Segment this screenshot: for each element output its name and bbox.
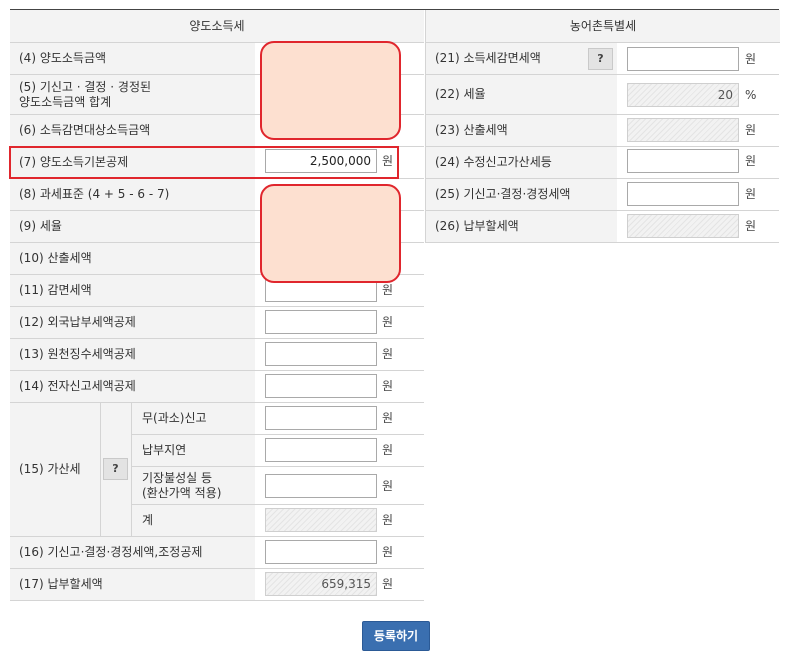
penalty-underreport-input[interactable] [265,406,377,430]
reduction-help-button[interactable]: ? [588,48,613,70]
rate-field: 20 [627,83,739,107]
calculated-tax-field [627,118,739,142]
unit-penalty-late-payment: 원 [382,443,394,457]
label-row-5: (5) 기신고 · 결정 · 경정된 양도소득금액 합계 [10,75,255,115]
penalty-total-field [265,508,377,532]
amended-penalty-input[interactable] [627,149,739,173]
label-penalty-underreport: 무(과소)신고 [131,403,255,435]
label-row-11: (11) 감면세액 [10,275,255,307]
label-row-23: (23) 산출세액 [425,115,617,147]
unit-row-26: 원 [745,219,757,233]
prior-rural-tax-input[interactable] [627,182,739,206]
unit-penalty-total: 원 [382,513,394,527]
unit-row-24: 원 [745,154,757,168]
label-row-12: (12) 외국납부세액공제 [10,307,255,339]
unit-row-23: 원 [745,123,757,137]
label-row-9: (9) 세율 [10,211,255,243]
label-row-15: (15) 가산세 [10,403,100,537]
header-capital-gains-tax: 양도소득세 [10,10,424,43]
unit-row-16: 원 [382,545,394,559]
e-filing-credit-input[interactable] [265,374,377,398]
withholding-credit-input[interactable] [265,342,377,366]
register-button[interactable]: 등록하기 [362,621,430,651]
label-row-14: (14) 전자신고세액공제 [10,371,255,403]
label-row-22: (22) 세율 [425,75,617,115]
unit-row-22: % [745,88,757,102]
tax-payable-field: 659,315 [265,572,377,596]
label-row-25: (25) 기신고·결정·경정세액 [425,179,617,211]
foreign-tax-credit-input[interactable] [265,310,377,334]
label-row-10: (10) 산출세액 [10,243,255,275]
unit-row-12: 원 [382,315,394,329]
penalty-help-button[interactable]: ? [103,458,128,480]
unit-row-14: 원 [382,379,394,393]
rural-tax-payable-field [627,214,739,238]
label-row-13: (13) 원천징수세액공제 [10,339,255,371]
label-penalty-total: 계 [131,505,255,537]
redaction-mask-top [260,41,401,140]
unit-row-17: 원 [382,577,394,591]
label-row-6: (6) 소득감면대상소득금액 [10,115,255,147]
label-penalty-bookkeeping: 기장불성실 등 (환산가액 적용) [131,467,255,505]
income-tax-reduction-input[interactable] [627,47,739,71]
unit-row-21: 원 [745,52,757,66]
label-row-17: (17) 납부할세액 [10,569,255,601]
unit-penalty-bookkeeping: 원 [382,479,394,493]
penalty-late-payment-input[interactable] [265,438,377,462]
unit-penalty-underreport: 원 [382,411,394,425]
highlight-row-7 [9,146,399,179]
label-row-16: (16) 기신고·결정·경정세액,조정공제 [10,537,255,569]
redaction-mask-middle [260,184,401,283]
penalty-bookkeeping-input[interactable] [265,474,377,498]
prior-tax-adjustment-input[interactable] [265,540,377,564]
unit-row-25: 원 [745,187,757,201]
label-row-8: (8) 과세표준 (4 + 5 - 6 - 7) [10,179,255,211]
label-row-24: (24) 수정신고가산세등 [425,147,617,179]
label-penalty-late-payment: 납부지연 [131,435,255,467]
unit-row-13: 원 [382,347,394,361]
label-row-4: (4) 양도소득금액 [10,43,255,75]
label-row-26: (26) 납부할세액 [425,211,617,243]
header-rural-special-tax: 농어촌특별세 [425,10,780,43]
